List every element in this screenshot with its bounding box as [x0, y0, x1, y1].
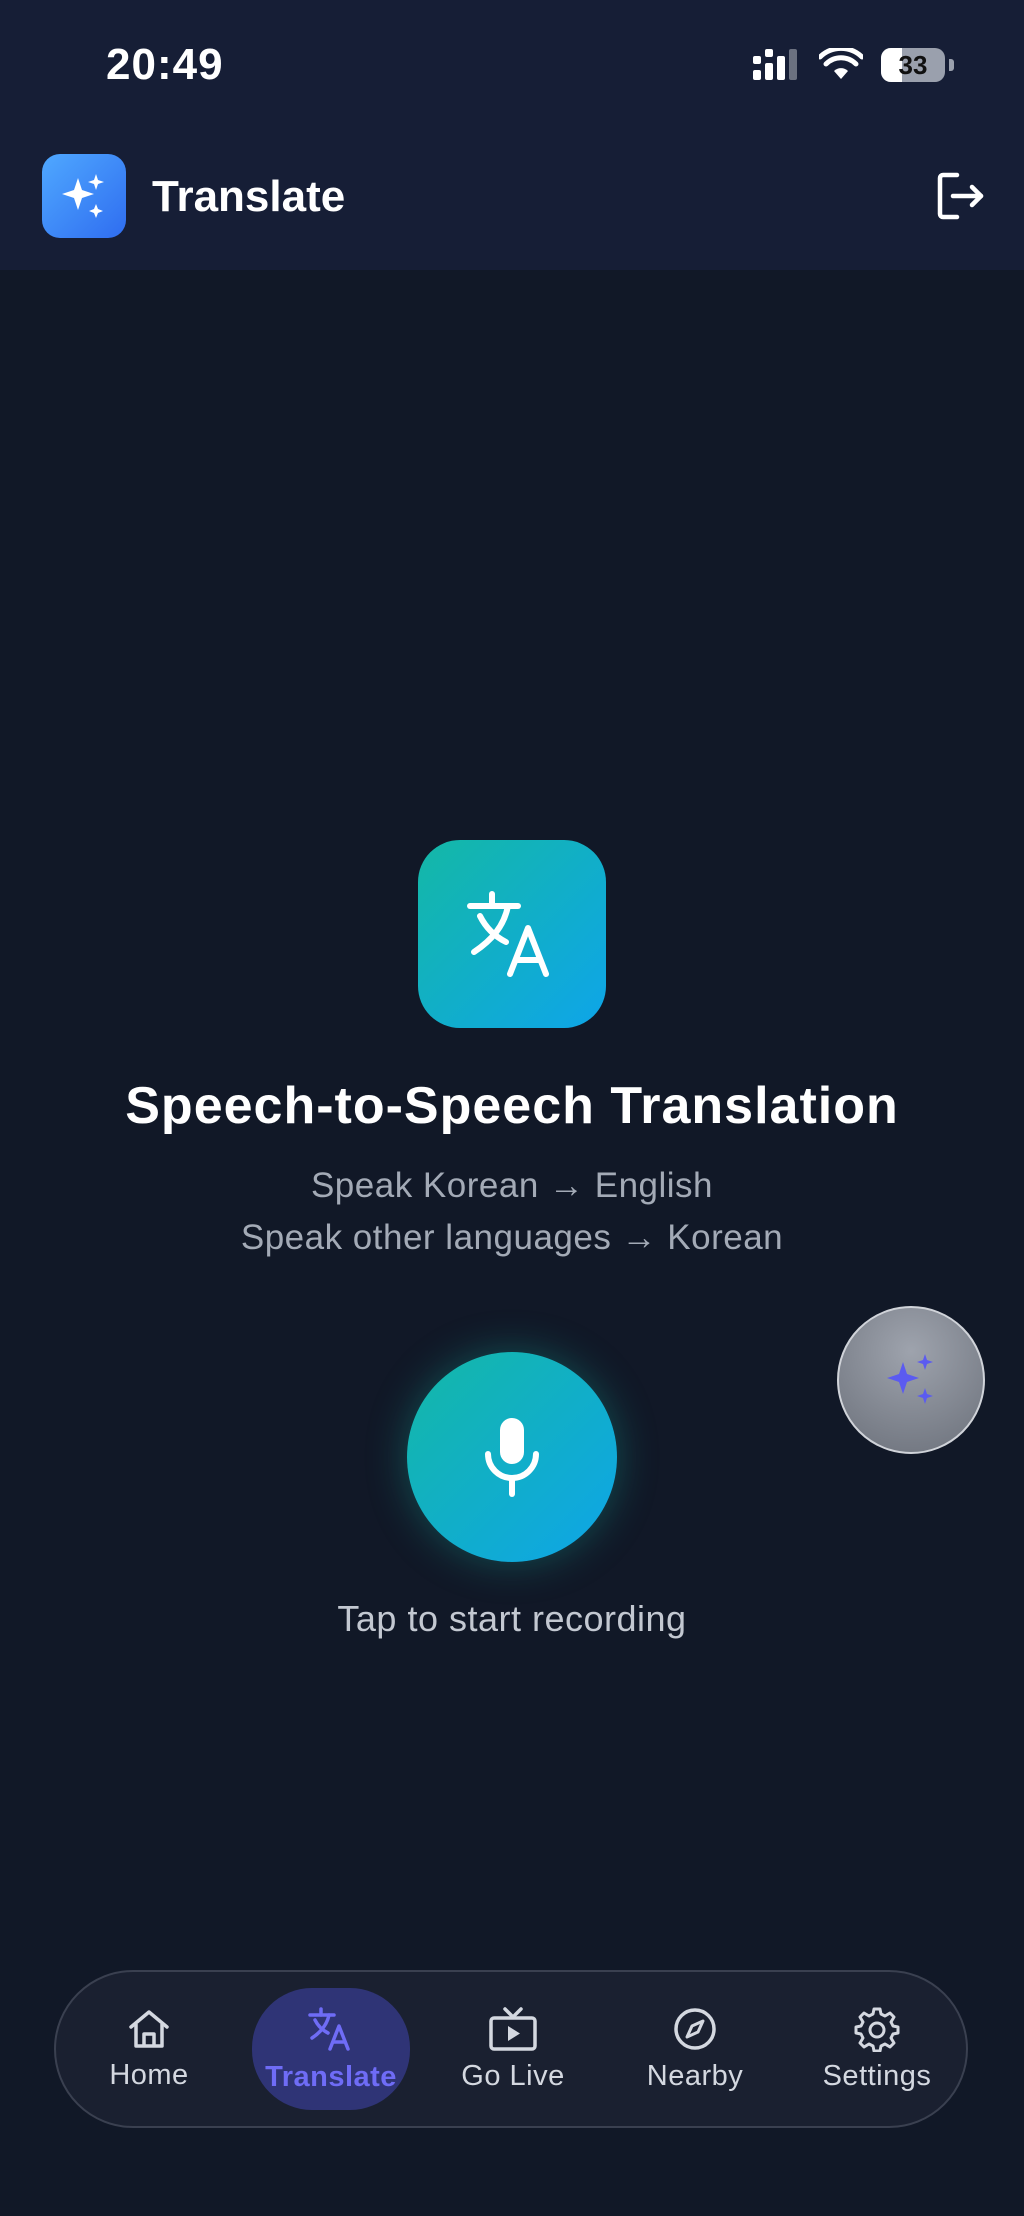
cellular-signal-icon — [753, 49, 797, 80]
nav-item-settings[interactable]: Settings — [798, 1988, 956, 2110]
app-logo — [42, 154, 126, 238]
logout-icon — [937, 172, 984, 220]
ai-assistant-button[interactable] — [837, 1306, 985, 1454]
nav-item-nearby[interactable]: Nearby — [616, 1988, 774, 2110]
nav-label-go-live: Go Live — [461, 2059, 565, 2092]
translate-hero-icon — [418, 840, 606, 1028]
translate-icon — [308, 2006, 350, 2051]
nav-item-home[interactable]: Home — [70, 1988, 228, 2110]
nav-label-translate: Translate — [265, 2060, 397, 2093]
microphone-icon — [485, 1418, 539, 1497]
status-bar: 20:49 33 — [0, 0, 1024, 136]
nav-item-go-live[interactable]: Go Live — [434, 1988, 592, 2110]
sparkles-icon — [62, 174, 104, 218]
battery-indicator: 33 — [881, 48, 945, 82]
bottom-nav: Home Translate Go Live Nearby Settings — [54, 1970, 968, 2128]
nav-label-nearby: Nearby — [646, 2059, 744, 2092]
status-time: 20:49 — [106, 40, 224, 89]
page-title: Translate — [152, 172, 346, 221]
hero-subtitle-line-1: Speak Korean → English — [310, 1166, 714, 1205]
home-icon — [129, 2009, 169, 2048]
nav-label-home: Home — [109, 2058, 189, 2091]
gear-icon — [854, 2007, 900, 2052]
app-header: Translate — [0, 136, 1024, 270]
nav-label-settings: Settings — [822, 2059, 932, 2092]
battery-level: 33 — [898, 49, 928, 80]
tv-play-icon — [489, 2006, 537, 2051]
translate-icon — [467, 891, 549, 977]
record-caption: Tap to start recording — [337, 1598, 687, 1639]
logout-button[interactable] — [932, 168, 988, 224]
sparkles-icon — [887, 1354, 933, 1404]
hero-subtitle-line-2: Speak other languages → Korean — [240, 1218, 784, 1257]
status-icons: 33 — [753, 48, 954, 82]
nav-item-translate[interactable]: Translate — [252, 1988, 410, 2110]
record-button[interactable] — [407, 1352, 617, 1562]
wifi-icon — [819, 48, 863, 79]
compass-icon — [674, 2007, 716, 2050]
hero-title: Speech-to-Speech Translation — [125, 1077, 899, 1135]
battery-nub — [949, 59, 954, 71]
